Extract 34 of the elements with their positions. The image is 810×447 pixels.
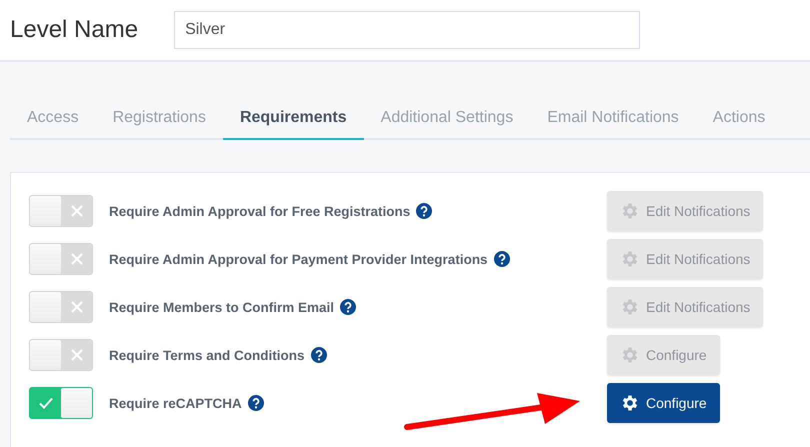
requirement-label: Require Admin Approval for Free Registrations <box>109 204 410 218</box>
level-name-field[interactable]: Silver <box>174 11 640 49</box>
tab[interactable]: Registrations <box>96 100 223 140</box>
help-icon[interactable] <box>340 299 356 315</box>
gear-icon <box>620 249 640 269</box>
help-icon[interactable] <box>248 395 264 411</box>
help-icon[interactable] <box>310 347 327 363</box>
toggle-switch[interactable] <box>29 291 93 323</box>
toggle-switch[interactable] <box>29 387 93 419</box>
requirement-label: Require reCAPTCHA <box>109 396 242 410</box>
toggle-switch[interactable] <box>29 243 93 275</box>
toggle-switch[interactable] <box>29 195 93 227</box>
toggle-switch[interactable] <box>29 339 93 371</box>
tab[interactable]: Access <box>10 100 96 140</box>
tab[interactable]: Actions <box>696 100 782 140</box>
tab[interactable]: Requirements <box>222 100 364 140</box>
requirement-label: Require Admin Approval for Payment Provider Integrations <box>109 252 488 266</box>
gear-icon <box>620 345 640 365</box>
gear-icon <box>620 297 640 317</box>
check-icon <box>38 395 54 411</box>
requirement-label: Require Terms and Conditions <box>109 348 305 362</box>
tab[interactable]: Additional Settings <box>364 100 530 140</box>
x-icon <box>70 204 84 218</box>
gear-icon <box>620 201 640 221</box>
x-icon <box>70 252 84 266</box>
help-icon[interactable] <box>416 203 432 219</box>
requirement-label: Require Members to Confirm Email <box>109 300 334 314</box>
x-icon <box>70 300 84 314</box>
gear-icon <box>620 393 640 413</box>
configure-button[interactable]: Configure <box>607 383 720 423</box>
level-name-label: Level Name <box>10 16 138 44</box>
tab[interactable]: Email Notifications <box>530 100 696 140</box>
x-icon <box>70 348 84 362</box>
help-icon[interactable] <box>494 251 510 267</box>
